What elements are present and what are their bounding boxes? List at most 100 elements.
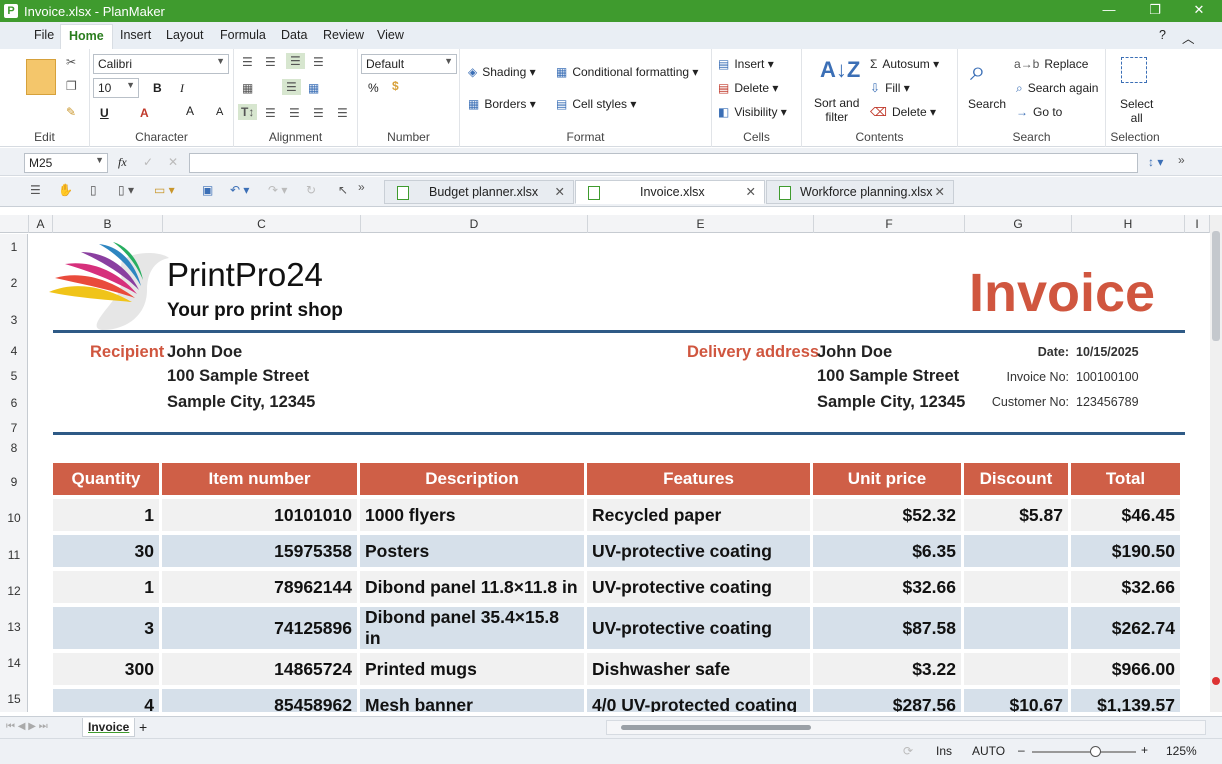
column-header[interactable]: A bbox=[29, 215, 53, 233]
menu-review[interactable]: Review bbox=[323, 28, 364, 42]
cell-discount[interactable]: $5.87 bbox=[964, 499, 1068, 531]
row-header[interactable]: 7 bbox=[0, 421, 28, 435]
zoom-slider-thumb[interactable] bbox=[1090, 746, 1102, 757]
cut-icon[interactable]: ✂ bbox=[66, 55, 76, 69]
cell-description[interactable]: Printed mugs bbox=[360, 653, 584, 685]
align-left-icon[interactable]: ☰ bbox=[265, 106, 276, 120]
row-header[interactable]: 12 bbox=[0, 584, 28, 598]
cell-discount[interactable] bbox=[964, 535, 1068, 567]
column-header[interactable]: G bbox=[965, 215, 1072, 233]
copy-icon[interactable]: ❐ bbox=[66, 79, 77, 93]
horizontal-scrollbar[interactable] bbox=[606, 720, 1206, 735]
page-icon[interactable]: ▯ bbox=[90, 183, 97, 197]
select-all-icon[interactable] bbox=[1121, 57, 1147, 83]
column-header[interactable]: B bbox=[53, 215, 163, 233]
row-header[interactable]: 11 bbox=[0, 548, 28, 562]
toolbar-overflow-icon[interactable]: » bbox=[358, 180, 365, 194]
row-header[interactable]: 14 bbox=[0, 656, 28, 670]
header-description[interactable]: Description bbox=[360, 463, 584, 495]
column-header[interactable]: I bbox=[1185, 215, 1210, 233]
shrink-font-button[interactable]: A bbox=[216, 106, 223, 118]
vertical-scrollbar[interactable] bbox=[1210, 215, 1222, 712]
cell-description[interactable]: Dibond panel 35.4×15.8 in bbox=[360, 607, 584, 649]
zoom-out-button[interactable]: – bbox=[1018, 743, 1025, 757]
bold-button[interactable]: B bbox=[153, 81, 162, 95]
row-header[interactable]: 13 bbox=[0, 620, 28, 634]
cell-features[interactable]: Recycled paper bbox=[587, 499, 810, 531]
header-item-number[interactable]: Item number bbox=[162, 463, 357, 495]
number-format-select[interactable]: Default ▼ bbox=[361, 54, 457, 74]
cell-discount[interactable] bbox=[964, 653, 1068, 685]
font-size-select[interactable]: 10 ▼ bbox=[93, 78, 139, 98]
row-header[interactable]: 9 bbox=[0, 475, 28, 489]
row-header[interactable]: 3 bbox=[0, 313, 28, 327]
align-right-icon[interactable]: ☰ bbox=[313, 106, 324, 120]
cell-unit-price[interactable]: $287.56 bbox=[813, 689, 961, 712]
align-center-icon[interactable]: ☰ bbox=[289, 106, 300, 120]
cell-total[interactable]: $1,139.57 bbox=[1071, 689, 1180, 712]
italic-button[interactable]: I bbox=[180, 81, 184, 96]
zoom-in-button[interactable]: + bbox=[1141, 743, 1148, 757]
column-header[interactable]: C bbox=[163, 215, 361, 233]
cell-styles-button[interactable]: ▤ Cell styles ▾ bbox=[556, 97, 636, 111]
replace-button[interactable]: a→b Replace bbox=[1014, 57, 1088, 71]
cell-quantity[interactable]: 30 bbox=[53, 535, 159, 567]
cell-features[interactable]: UV-protective coating bbox=[587, 571, 810, 603]
cell-total[interactable]: $262.74 bbox=[1071, 607, 1180, 649]
row-header[interactable]: 4 bbox=[0, 344, 28, 358]
delete-cells-button[interactable]: ▤ Delete ▾ bbox=[718, 81, 778, 95]
column-header[interactable]: H bbox=[1072, 215, 1185, 233]
cell-discount[interactable]: $10.67 bbox=[964, 689, 1068, 712]
menu-insert[interactable]: Insert bbox=[120, 28, 151, 42]
cell-features[interactable]: UV-protective coating bbox=[587, 607, 810, 649]
add-sheet-button[interactable]: + bbox=[139, 719, 147, 735]
delete-contents-button[interactable]: ⌫ Delete ▾ bbox=[870, 105, 936, 119]
insert-mode-indicator[interactable]: Ins bbox=[936, 744, 952, 758]
menu-data[interactable]: Data bbox=[281, 28, 307, 42]
header-features[interactable]: Features bbox=[587, 463, 810, 495]
cell-discount[interactable] bbox=[964, 571, 1068, 603]
visibility-button[interactable]: ◧ Visibility ▾ bbox=[718, 105, 787, 119]
row-header[interactable]: 10 bbox=[0, 511, 28, 525]
cell-item-number[interactable]: 85458962 bbox=[162, 689, 357, 712]
cell-quantity[interactable]: 3 bbox=[53, 607, 159, 649]
cell-description[interactable]: Mesh banner bbox=[360, 689, 584, 712]
borders-button[interactable]: ▦ Borders ▾ bbox=[468, 97, 536, 111]
cell-unit-price[interactable]: $3.22 bbox=[813, 653, 961, 685]
cell-total[interactable]: $46.45 bbox=[1071, 499, 1180, 531]
search-button[interactable]: Search bbox=[968, 97, 1006, 111]
row-header[interactable]: 1 bbox=[0, 240, 28, 254]
select-all-corner[interactable] bbox=[0, 215, 29, 233]
header-unit-price[interactable]: Unit price bbox=[813, 463, 961, 495]
borders-icon[interactable]: ▦ bbox=[242, 81, 253, 95]
column-header[interactable]: D bbox=[361, 215, 588, 233]
cell-features[interactable]: UV-protective coating bbox=[587, 535, 810, 567]
align-middle-icon[interactable]: ☰ bbox=[265, 55, 276, 69]
calc-mode-indicator[interactable]: AUTO bbox=[972, 744, 1005, 758]
doc-tab-workforce-planning[interactable]: Workforce planning.xlsx ✕ bbox=[766, 180, 954, 204]
currency-icon[interactable]: $ bbox=[392, 79, 399, 93]
hand-icon[interactable]: ✋ bbox=[58, 183, 73, 197]
menu-home[interactable]: Home bbox=[60, 24, 113, 49]
cell-unit-price[interactable]: $52.32 bbox=[813, 499, 961, 531]
close-tab-icon[interactable]: ✕ bbox=[555, 184, 565, 199]
align-top-icon[interactable]: ☰ bbox=[242, 55, 253, 69]
cell-quantity[interactable]: 1 bbox=[53, 571, 159, 603]
shading-button[interactable]: ◈ Shading ▾ bbox=[468, 65, 536, 79]
align-bottom-icon[interactable]: ☰ bbox=[286, 53, 305, 69]
cell-quantity[interactable]: 300 bbox=[53, 653, 159, 685]
insert-cells-button[interactable]: ▤ Insert ▾ bbox=[718, 57, 774, 71]
menu-view[interactable]: View bbox=[377, 28, 404, 42]
cell-quantity[interactable]: 4 bbox=[53, 689, 159, 712]
horizontal-scroll-thumb[interactable] bbox=[621, 725, 811, 730]
text-direction-icon[interactable]: T↕ bbox=[238, 104, 258, 120]
open-folder-icon[interactable]: ▭ ▾ bbox=[154, 183, 175, 197]
grow-font-button[interactable]: A bbox=[186, 104, 194, 118]
cell-description[interactable]: Posters bbox=[360, 535, 584, 567]
row-header[interactable]: 2 bbox=[0, 276, 28, 290]
doc-tab-budget-planner[interactable]: Budget planner.xlsx ✕ bbox=[384, 180, 574, 204]
close-button[interactable]: ✕ bbox=[1176, 0, 1222, 22]
worksheet[interactable]: PrintPro24 Your pro print shop Invoice R… bbox=[29, 234, 1210, 712]
column-header[interactable]: E bbox=[588, 215, 814, 233]
cell-item-number[interactable]: 78962144 bbox=[162, 571, 357, 603]
